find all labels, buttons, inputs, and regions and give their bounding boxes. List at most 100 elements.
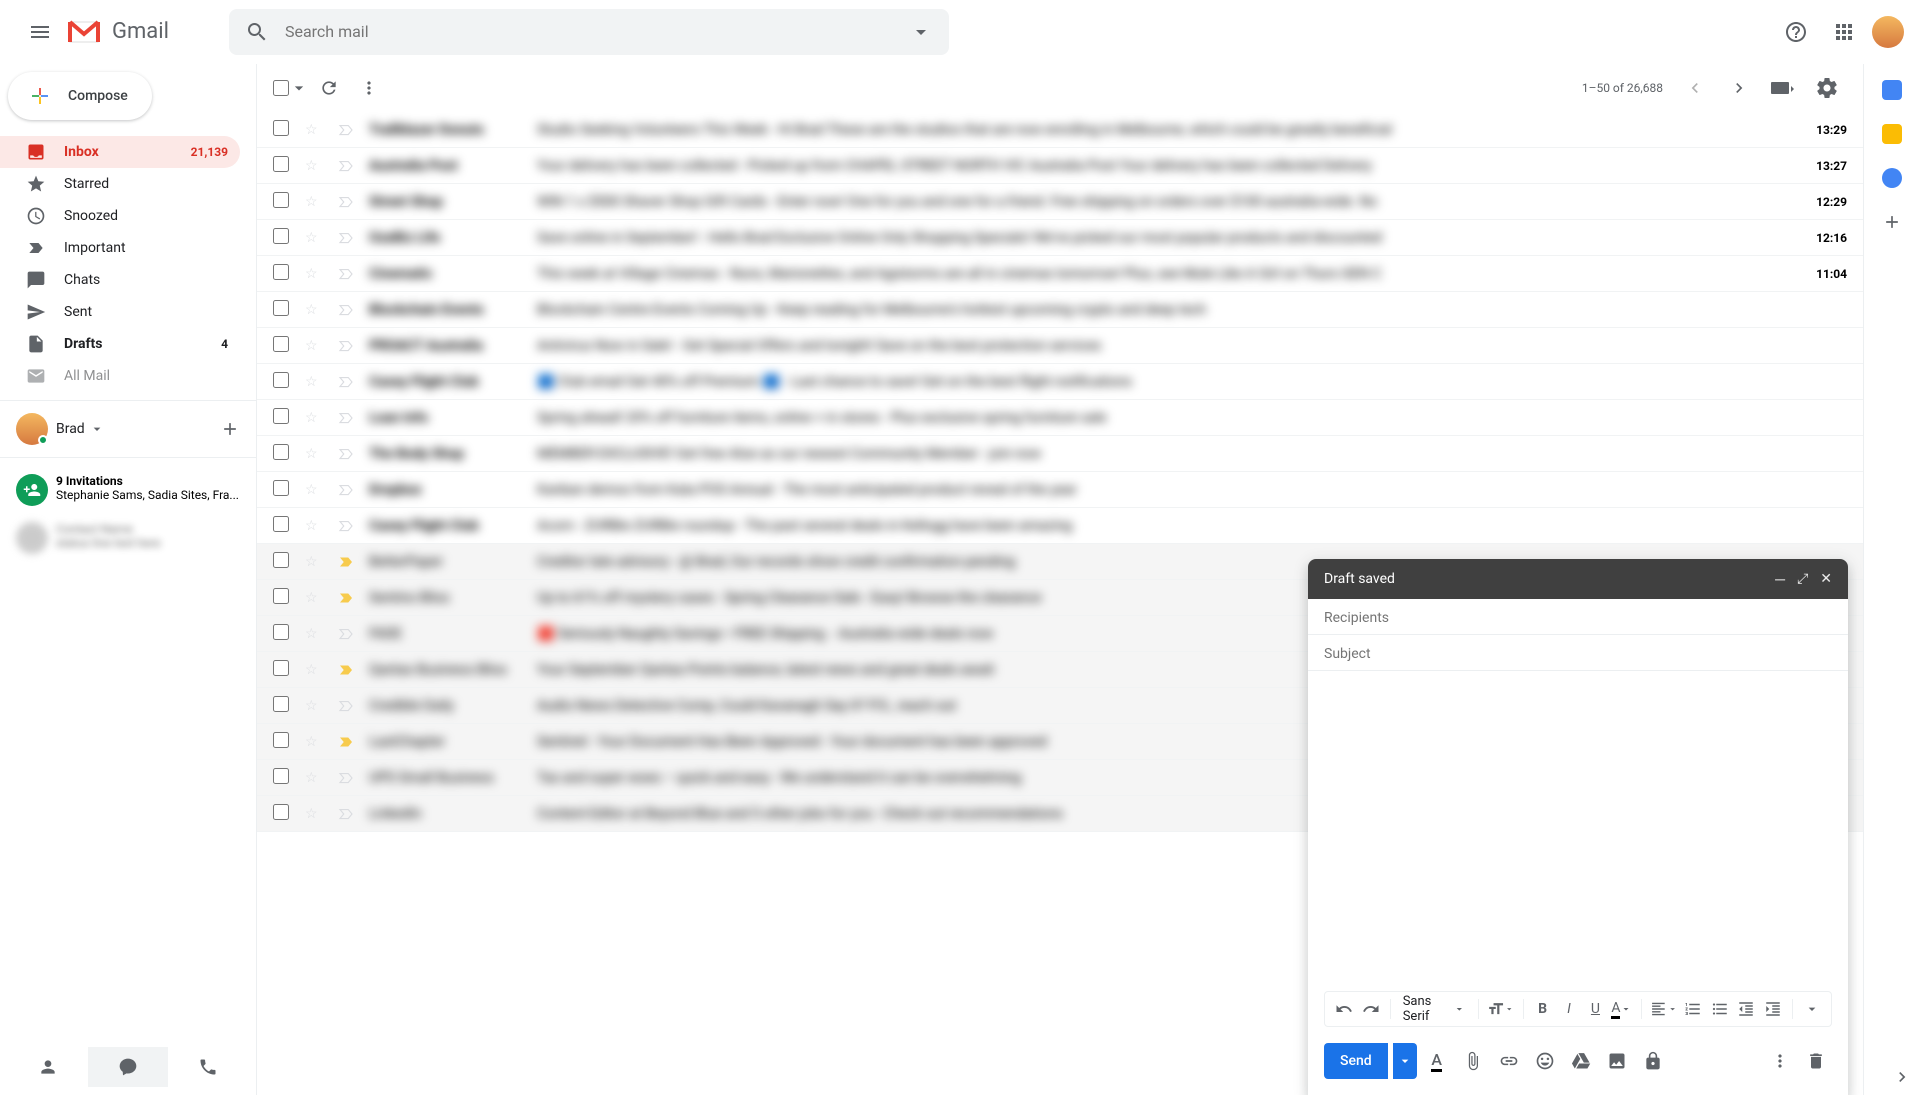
- email-row[interactable]: ☆ Blockchain Events Blockchain Centre Ev…: [257, 292, 1863, 328]
- star-button[interactable]: ☆: [305, 698, 325, 714]
- row-checkbox[interactable]: [273, 408, 293, 428]
- recipients-input[interactable]: [1324, 610, 1832, 626]
- formatting-button[interactable]: A: [1421, 1045, 1453, 1077]
- importance-marker[interactable]: [337, 265, 357, 283]
- compose-button[interactable]: Compose: [8, 72, 152, 120]
- star-button[interactable]: ☆: [305, 734, 325, 750]
- email-row[interactable]: ☆ OzeBiz Life Save online in September! …: [257, 220, 1863, 256]
- get-addons-button[interactable]: [1882, 212, 1902, 232]
- invitations[interactable]: 9 Invitations Stephanie Sams, Sadia Site…: [0, 466, 256, 514]
- row-checkbox[interactable]: [273, 120, 293, 140]
- star-button[interactable]: ☆: [305, 158, 325, 174]
- row-checkbox[interactable]: [273, 624, 293, 644]
- row-checkbox[interactable]: [273, 696, 293, 716]
- search-options-button[interactable]: [909, 20, 933, 44]
- tasks-addon[interactable]: [1882, 168, 1902, 188]
- importance-marker[interactable]: [337, 193, 357, 211]
- subject-input[interactable]: [1324, 646, 1832, 662]
- emoji-button[interactable]: [1529, 1045, 1561, 1077]
- main-menu-button[interactable]: [16, 8, 64, 56]
- row-checkbox[interactable]: [273, 156, 293, 176]
- star-button[interactable]: ☆: [305, 302, 325, 318]
- recipients-field[interactable]: [1308, 599, 1848, 635]
- sidebar-item-snoozed[interactable]: Snoozed: [0, 200, 240, 232]
- star-button[interactable]: ☆: [305, 482, 325, 498]
- numbered-list-button[interactable]: [1682, 995, 1704, 1023]
- sidebar-item-allmail[interactable]: All Mail: [0, 360, 240, 392]
- apps-button[interactable]: [1824, 12, 1864, 52]
- star-button[interactable]: ☆: [305, 518, 325, 534]
- attach-button[interactable]: [1457, 1045, 1489, 1077]
- importance-marker[interactable]: [337, 301, 357, 319]
- hangouts-phone-tab[interactable]: [168, 1047, 248, 1087]
- star-button[interactable]: ☆: [305, 338, 325, 354]
- text-color-button[interactable]: A: [1611, 995, 1633, 1023]
- indent-more-button[interactable]: [1761, 995, 1783, 1023]
- support-button[interactable]: [1776, 12, 1816, 52]
- importance-marker[interactable]: [337, 121, 357, 139]
- settings-button[interactable]: [1807, 68, 1847, 108]
- select-all-checkbox[interactable]: [273, 80, 289, 96]
- star-button[interactable]: ☆: [305, 662, 325, 678]
- compose-header[interactable]: Draft saved ─ ⤢ ✕: [1308, 559, 1848, 599]
- sidebar-item-sent[interactable]: Sent: [0, 296, 240, 328]
- align-button[interactable]: [1650, 995, 1678, 1023]
- hangouts-user[interactable]: Brad: [0, 409, 256, 449]
- sidebar-item-drafts[interactable]: Drafts 4: [0, 328, 240, 360]
- star-button[interactable]: ☆: [305, 194, 325, 210]
- star-button[interactable]: ☆: [305, 554, 325, 570]
- link-button[interactable]: [1493, 1045, 1525, 1077]
- importance-marker[interactable]: [337, 157, 357, 175]
- arrow-dropdown-icon[interactable]: [289, 78, 309, 98]
- italic-button[interactable]: I: [1558, 995, 1580, 1023]
- image-button[interactable]: [1601, 1045, 1633, 1077]
- sidebar-item-important[interactable]: Important: [0, 232, 240, 264]
- font-size-button[interactable]: [1487, 995, 1515, 1023]
- row-checkbox[interactable]: [273, 336, 293, 356]
- star-button[interactable]: ☆: [305, 266, 325, 282]
- row-checkbox[interactable]: [273, 228, 293, 248]
- bold-button[interactable]: B: [1531, 995, 1553, 1023]
- email-row[interactable]: ☆ The Body Shop MEMBER EXCLUSIVE! Get fr…: [257, 436, 1863, 472]
- row-checkbox[interactable]: [273, 192, 293, 212]
- row-checkbox[interactable]: [273, 732, 293, 752]
- compose-body[interactable]: [1308, 671, 1848, 991]
- gmail-logo[interactable]: Gmail: [64, 12, 169, 52]
- row-checkbox[interactable]: [273, 552, 293, 572]
- importance-marker[interactable]: [337, 517, 357, 535]
- search-bar[interactable]: [229, 9, 949, 55]
- indent-less-button[interactable]: [1735, 995, 1757, 1023]
- importance-marker[interactable]: [337, 805, 357, 823]
- row-checkbox[interactable]: [273, 480, 293, 500]
- importance-marker[interactable]: [337, 769, 357, 787]
- importance-marker[interactable]: [337, 697, 357, 715]
- email-row[interactable]: ☆ Loan Info Spring ahead! 20% off furnit…: [257, 400, 1863, 436]
- row-checkbox[interactable]: [273, 804, 293, 824]
- star-button[interactable]: ☆: [305, 122, 325, 138]
- email-row[interactable]: ☆ Dropbox Kanban demos from Kata POS Ann…: [257, 472, 1863, 508]
- importance-marker[interactable]: [337, 229, 357, 247]
- row-checkbox[interactable]: [273, 264, 293, 284]
- account-avatar[interactable]: [1872, 16, 1904, 48]
- importance-marker[interactable]: [337, 373, 357, 391]
- keep-addon[interactable]: [1882, 124, 1902, 144]
- more-options-button[interactable]: [1764, 1045, 1796, 1077]
- calendar-addon[interactable]: [1882, 80, 1902, 100]
- star-button[interactable]: ☆: [305, 626, 325, 642]
- star-button[interactable]: ☆: [305, 590, 325, 606]
- row-checkbox[interactable]: [273, 588, 293, 608]
- sidebar-item-starred[interactable]: Starred: [0, 168, 240, 200]
- contact-row[interactable]: Contact Namestatus line text here: [0, 514, 256, 562]
- star-button[interactable]: ☆: [305, 446, 325, 462]
- row-checkbox[interactable]: [273, 768, 293, 788]
- importance-marker[interactable]: [337, 553, 357, 571]
- email-row[interactable]: ☆ Australia Post Your delivery has been …: [257, 148, 1863, 184]
- row-checkbox[interactable]: [273, 660, 293, 680]
- more-formatting-button[interactable]: [1801, 995, 1823, 1023]
- importance-marker[interactable]: [337, 337, 357, 355]
- underline-button[interactable]: U: [1584, 995, 1606, 1023]
- email-row[interactable]: ☆ Trailblazer Donuts Studio Seeking Volu…: [257, 112, 1863, 148]
- fullscreen-button[interactable]: ⤢: [1797, 571, 1808, 588]
- importance-marker[interactable]: [337, 625, 357, 643]
- prev-page-button[interactable]: [1675, 68, 1715, 108]
